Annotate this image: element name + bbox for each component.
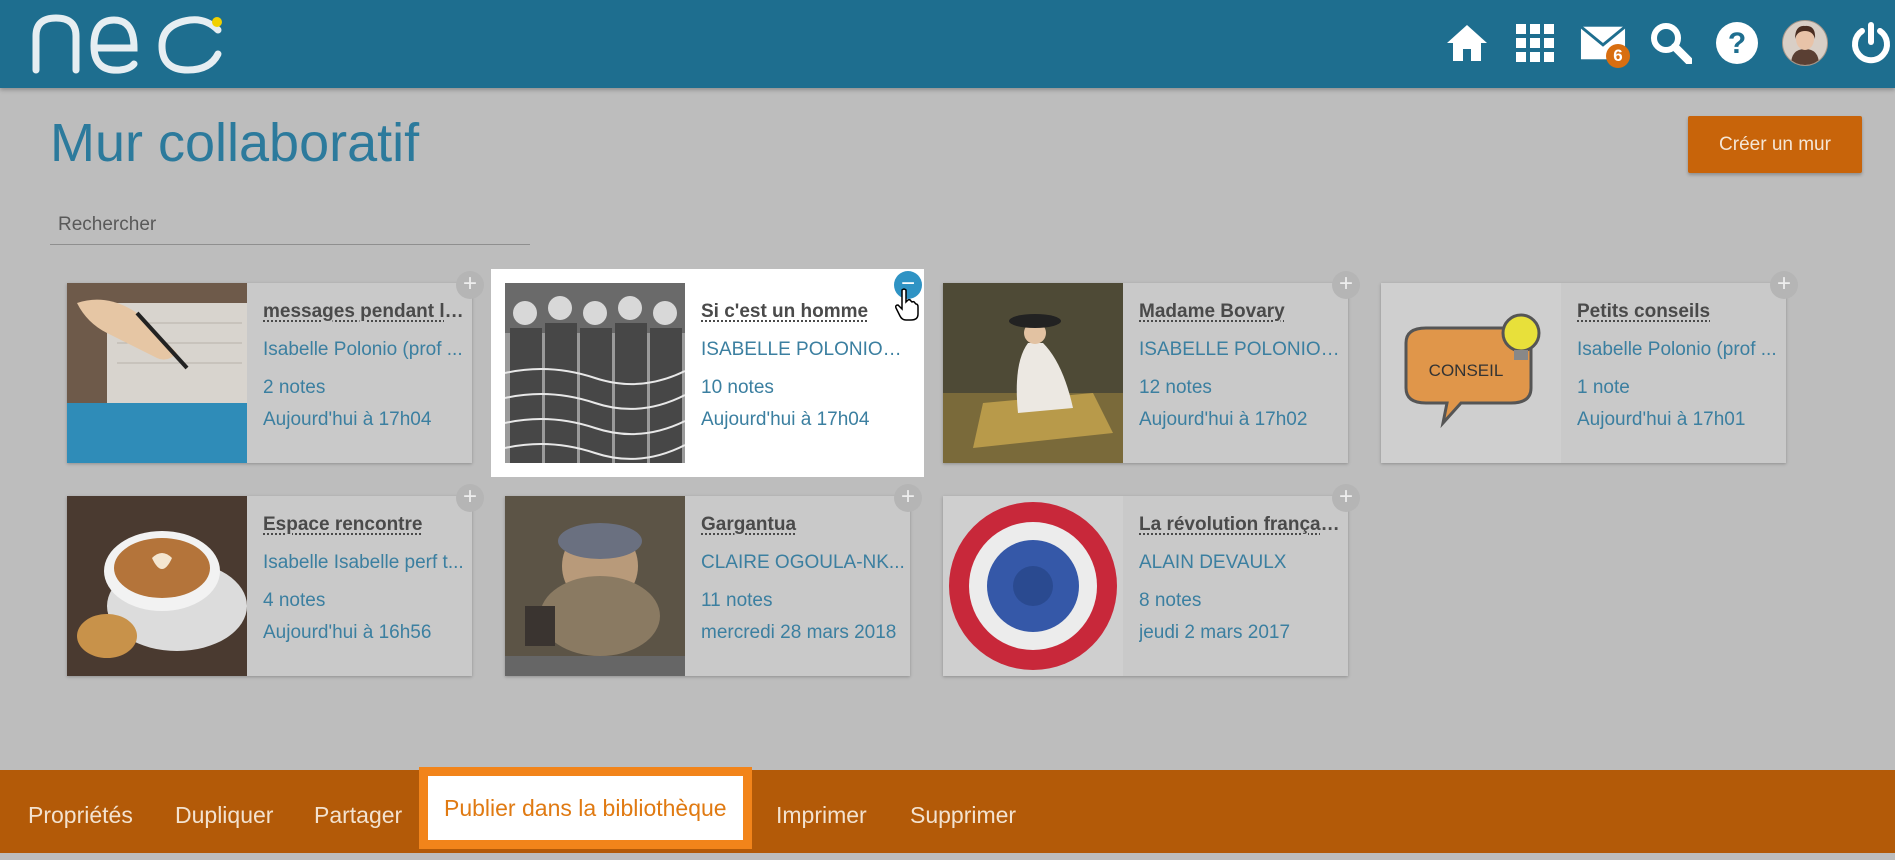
card-info: Madame Bovary ISABELLE POLONIO (... 12 n… [1139, 301, 1344, 433]
card-owner[interactable]: ISABELLE POLONIO (... [1139, 339, 1344, 363]
card-title[interactable]: Espace rencontre [263, 514, 468, 540]
card-title[interactable]: Gargantua [701, 514, 906, 540]
card-owner[interactable]: Isabelle Isabelle perf t... [263, 552, 468, 576]
conseil-bubble-thumbnail: CONSEIL [1381, 283, 1561, 463]
card-owner[interactable]: ISABELLE POLONIO (... [701, 339, 906, 363]
card-notes-count: 4 notes [263, 590, 468, 614]
card-info: Si c'est un homme ISABELLE POLONIO (... … [701, 301, 906, 433]
help-icon[interactable]: ? [1714, 20, 1760, 66]
select-toggle-plus[interactable]: + [456, 271, 484, 299]
user-avatar[interactable] [1782, 20, 1828, 66]
search-box [50, 208, 530, 245]
wall-card[interactable]: Gargantua CLAIRE OGOULA-NK... 11 notes m… [505, 496, 910, 676]
action-bar: Propriétés Dupliquer Partager Publier da… [0, 770, 1895, 853]
card-info: Petits conseils Isabelle Polonio (prof .… [1577, 301, 1782, 433]
card-notes-count: 8 notes [1139, 590, 1344, 614]
wall-card-selected[interactable]: Si c'est un homme ISABELLE POLONIO (... … [505, 283, 910, 463]
card-title[interactable]: Si c'est un homme [701, 301, 906, 327]
coffee-cup-thumbnail [67, 496, 247, 676]
card-notes-count: 12 notes [1139, 377, 1344, 401]
card-title[interactable]: Petits conseils [1577, 301, 1782, 327]
svg-text:?: ? [1728, 27, 1746, 60]
home-icon[interactable] [1444, 20, 1490, 66]
card-info: Espace rencontre Isabelle Isabelle perf … [263, 514, 468, 646]
top-bar: 6 ? [0, 0, 1895, 88]
logo-dot [212, 17, 222, 27]
card-date: Aujourd'hui à 16h56 [263, 622, 468, 646]
hand-pointer-icon [894, 288, 920, 327]
action-proprietes[interactable]: Propriétés [28, 770, 133, 853]
select-toggle-plus[interactable]: + [1770, 271, 1798, 299]
wall-card[interactable]: CONSEIL Petits conseils Isabelle Polonio… [1381, 283, 1786, 463]
apps-grid-icon[interactable] [1512, 20, 1558, 66]
select-toggle-plus[interactable]: + [1332, 484, 1360, 512]
mail-icon[interactable]: 6 [1580, 20, 1626, 66]
mail-badge: 6 [1606, 44, 1630, 68]
create-wall-button[interactable]: Créer un mur [1688, 116, 1862, 173]
avatar [1782, 20, 1828, 66]
action-imprimer[interactable]: Imprimer [776, 770, 867, 853]
action-dupliquer[interactable]: Dupliquer [175, 770, 273, 853]
card-notes-count: 2 notes [263, 377, 468, 401]
cockade-thumbnail [943, 496, 1123, 676]
wall-card[interactable]: messages pendant le... Isabelle Polonio … [67, 283, 472, 463]
wall-card[interactable]: La révolution française ALAIN DEVAULX 8 … [943, 496, 1348, 676]
card-date: jeudi 2 mars 2017 [1139, 622, 1344, 646]
card-info: messages pendant le... Isabelle Polonio … [263, 301, 468, 433]
card-owner[interactable]: Isabelle Polonio (prof ... [1577, 339, 1782, 363]
card-owner[interactable]: ALAIN DEVAULX [1139, 552, 1344, 576]
select-toggle-plus[interactable]: + [456, 484, 484, 512]
search-input[interactable] [50, 208, 530, 242]
card-notes-count: 1 note [1577, 377, 1782, 401]
card-notes-count: 11 notes [701, 590, 906, 614]
card-title[interactable]: messages pendant le... [263, 301, 468, 327]
card-title[interactable]: Madame Bovary [1139, 301, 1344, 327]
card-title[interactable]: La révolution française [1139, 514, 1344, 540]
prisoners-photo-thumbnail [505, 283, 685, 463]
writing-hand-thumbnail [67, 283, 247, 463]
card-date: mercredi 28 mars 2018 [701, 622, 906, 646]
card-owner[interactable]: CLAIRE OGOULA-NK... [701, 552, 906, 576]
action-publier-bibliotheque[interactable]: Publier dans la bibliothèque [428, 776, 743, 840]
card-date: Aujourd'hui à 17h04 [263, 409, 468, 433]
card-notes-count: 10 notes [701, 377, 906, 401]
action-supprimer[interactable]: Supprimer [910, 770, 1016, 853]
neo-logo[interactable] [30, 8, 230, 78]
card-date: Aujourd'hui à 17h01 [1577, 409, 1782, 433]
select-toggle-plus[interactable]: + [1332, 271, 1360, 299]
page-title: Mur collaboratif [50, 112, 419, 174]
wall-card[interactable]: Espace rencontre Isabelle Isabelle perf … [67, 496, 472, 676]
action-partager[interactable]: Partager [314, 770, 402, 853]
painting-lady-thumbnail [943, 283, 1123, 463]
power-icon[interactable] [1848, 20, 1894, 66]
card-owner[interactable]: Isabelle Polonio (prof ... [263, 339, 468, 363]
search-icon[interactable] [1648, 20, 1694, 66]
gargantua-painting-thumbnail [505, 496, 685, 676]
card-info: La révolution française ALAIN DEVAULX 8 … [1139, 514, 1344, 646]
conseil-text: CONSEIL [1429, 361, 1504, 380]
card-info: Gargantua CLAIRE OGOULA-NK... 11 notes m… [701, 514, 906, 646]
card-date: Aujourd'hui à 17h04 [701, 409, 906, 433]
card-date: Aujourd'hui à 17h02 [1139, 409, 1344, 433]
wall-card[interactable]: Madame Bovary ISABELLE POLONIO (... 12 n… [943, 283, 1348, 463]
select-toggle-plus[interactable]: + [894, 484, 922, 512]
